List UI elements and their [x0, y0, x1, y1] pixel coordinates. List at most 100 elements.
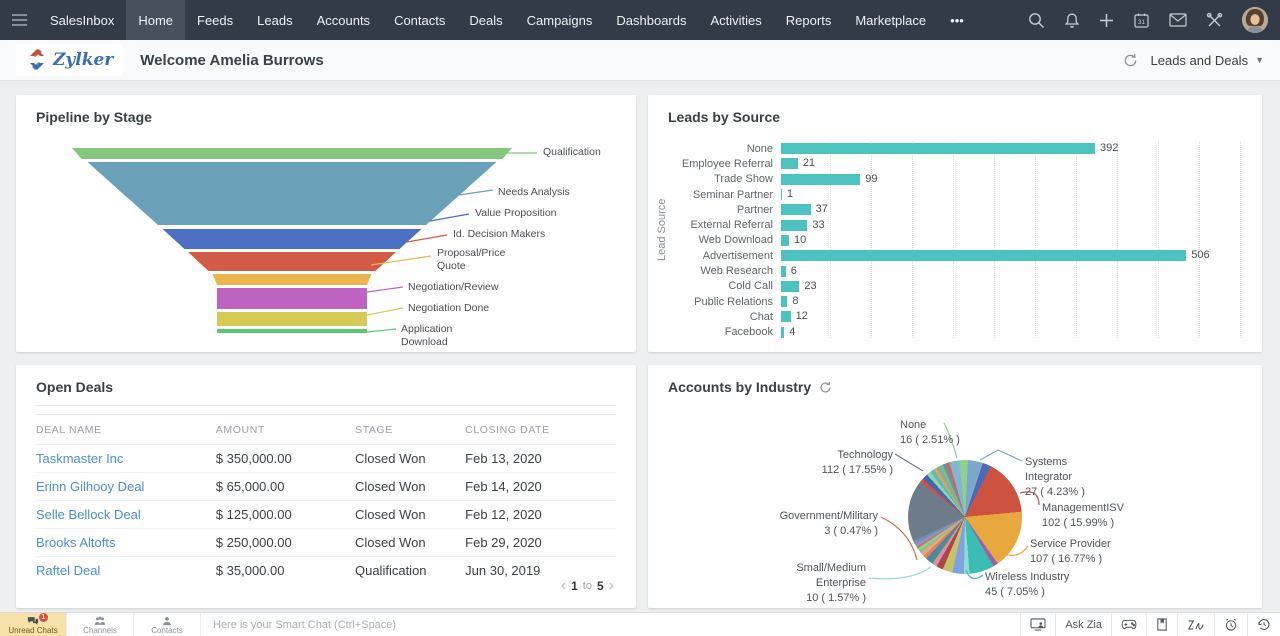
- bar-category-label: Web Download: [698, 234, 773, 247]
- nav-icon-strip: 31: [1028, 0, 1280, 40]
- quick-add-plus-icon[interactable]: [1099, 13, 1114, 28]
- deal-name-link[interactable]: Selle Bellock Deal: [36, 507, 141, 522]
- setup-tools-icon[interactable]: [1206, 12, 1223, 29]
- pie-slice-label: ManagementISV 102 ( 15.99% ): [1042, 502, 1124, 529]
- bar-value-label: 6: [790, 264, 797, 277]
- nav-item-marketplace[interactable]: Marketplace: [843, 0, 938, 40]
- deal-amount: $ 35,000.00: [215, 556, 355, 585]
- nav-item-leads[interactable]: Leads: [245, 0, 304, 40]
- dashboard-selector-value: Leads and Deals: [1150, 52, 1249, 68]
- nav-item-reports[interactable]: Reports: [774, 0, 844, 40]
- column-header-amount[interactable]: AMOUNT: [215, 414, 355, 445]
- bar-row: Web Download 10: [656, 233, 1248, 248]
- open-deals-table: DEAL NAME AMOUNT STAGE CLOSING DATE Task…: [36, 414, 616, 585]
- bar: [781, 265, 786, 277]
- bar-value-label: 37: [815, 203, 828, 216]
- screen-share-icon[interactable]: [1020, 613, 1055, 636]
- pagination-next-icon[interactable]: ›: [609, 578, 614, 594]
- bar-row: None 392: [656, 141, 1248, 156]
- bar-value-label: 99: [865, 172, 878, 185]
- reminder-alarm-icon[interactable]: [1214, 613, 1247, 636]
- channels-people-icon: [94, 616, 106, 625]
- bar-category-label: Web Research: [700, 265, 773, 278]
- pie-slice-label: Technology 112 ( 17.55% ): [821, 449, 893, 476]
- column-header-closing-date[interactable]: CLOSING DATE: [465, 414, 616, 445]
- user-avatar[interactable]: [1242, 7, 1268, 33]
- pagination-start: 1: [571, 579, 578, 593]
- bar-value-label: 4: [789, 325, 796, 338]
- funnel-stage-band: [72, 148, 512, 159]
- smart-chat-input[interactable]: [201, 613, 1021, 636]
- nav-item-deals[interactable]: Deals: [457, 0, 514, 40]
- nav-item-salesinbox[interactable]: SalesInbox: [38, 0, 126, 40]
- bar-value-label: 33: [812, 218, 825, 231]
- chat-tab-channels[interactable]: Channels: [67, 613, 134, 636]
- bar-value-label: 392: [1100, 142, 1119, 155]
- funnel-stage-label: Needs Analysis: [498, 186, 570, 198]
- bar: [781, 250, 1187, 262]
- notebook-icon[interactable]: [1146, 613, 1177, 636]
- history-icon[interactable]: [1247, 613, 1280, 636]
- games-controller-icon[interactable]: [1111, 613, 1146, 636]
- bar-row: External Referral 33: [656, 217, 1248, 232]
- panel-refresh-icon[interactable]: [819, 381, 832, 394]
- bar: [781, 280, 800, 292]
- contacts-person-icon: [163, 616, 171, 625]
- bar: [781, 296, 788, 308]
- bar-row: Advertisement 506: [656, 248, 1248, 263]
- ask-zia-button[interactable]: Ask Zia: [1055, 613, 1111, 636]
- table-row: Erinn Gilhooy Deal $ 65,000.00 Closed Won F…: [36, 472, 616, 501]
- zia-doodle-icon[interactable]: [1177, 613, 1214, 636]
- nav-item-accounts[interactable]: Accounts: [305, 0, 382, 40]
- page-header: Zylker Welcome Amelia Burrows Leads and …: [0, 40, 1280, 81]
- bar-category-label: Cold Call: [728, 280, 773, 293]
- bar: [781, 143, 1095, 155]
- deal-name-link[interactable]: Erinn Gilhooy Deal: [36, 479, 144, 494]
- deal-name-link[interactable]: Taskmaster Inc: [36, 451, 123, 466]
- pie-slice-label: Small/Medium Enterprise 10 ( 1.57% ): [796, 562, 866, 604]
- deal-name-link[interactable]: Brooks Altofts: [36, 535, 115, 550]
- hamburger-menu-icon[interactable]: [0, 0, 38, 40]
- deal-stage: Closed Won: [354, 444, 466, 473]
- bar-row: Seminar Partner 1: [656, 187, 1248, 202]
- calendar-icon[interactable]: 31: [1133, 12, 1150, 29]
- bar-value-label: 12: [795, 310, 808, 323]
- nav-item-activities[interactable]: Activities: [699, 0, 774, 40]
- nav-item-campaigns[interactable]: Campaigns: [515, 0, 605, 40]
- brand-name: Zylker: [53, 49, 114, 70]
- nav-item-feeds[interactable]: Feeds: [185, 0, 245, 40]
- bar-row: Trade Show 99: [656, 172, 1248, 187]
- pagination-prev-icon[interactable]: ‹: [561, 578, 566, 594]
- bar: [781, 219, 808, 231]
- column-header-deal-name[interactable]: DEAL NAME: [36, 414, 216, 445]
- nav-item-more[interactable]: •••: [938, 0, 976, 40]
- bar-category-label: Chat: [749, 310, 773, 323]
- search-icon[interactable]: [1028, 12, 1045, 29]
- zylker-logo-icon: [30, 49, 44, 70]
- top-navigation-bar: SalesInbox Home Feeds Leads Accounts Contacts…: [0, 0, 1280, 40]
- table-row: Selle Bellock Deal $ 125,000.00 Closed Won…: [36, 500, 616, 529]
- mail-icon[interactable]: [1169, 13, 1187, 27]
- deal-closing-date: Feb 13, 2020: [465, 444, 616, 473]
- nav-item-contacts[interactable]: Contacts: [382, 0, 457, 40]
- column-header-stage[interactable]: STAGE: [354, 414, 466, 445]
- bar-category-label: Facebook: [724, 326, 773, 339]
- nav-item-dashboards[interactable]: Dashboards: [604, 0, 698, 40]
- notifications-bell-icon[interactable]: [1064, 12, 1080, 29]
- deal-name-link[interactable]: Raftel Deal: [36, 563, 100, 578]
- chat-tab-contacts[interactable]: Contacts: [134, 613, 201, 636]
- deal-closing-date: Feb 29, 2020: [465, 528, 616, 557]
- panel-title: Leads by Source: [668, 109, 781, 125]
- bar: [781, 311, 791, 323]
- brand-logo[interactable]: Zylker: [16, 44, 124, 76]
- bar-row: Chat 12: [656, 309, 1248, 324]
- chat-tab-unread-chats[interactable]: Unread Chats 1: [0, 613, 67, 636]
- refresh-icon[interactable]: [1123, 53, 1138, 68]
- bar-row: Partner 37: [656, 202, 1248, 217]
- nav-item-home[interactable]: Home: [126, 0, 186, 40]
- dashboard-selector[interactable]: Leads and Deals ▼: [1151, 53, 1265, 68]
- deal-closing-date: Feb 12, 2020: [465, 500, 616, 529]
- funnel-stage-band: [162, 229, 422, 249]
- chat-tab-label: Unread Chats: [8, 625, 58, 635]
- pagination-to-label: to: [582, 580, 592, 592]
